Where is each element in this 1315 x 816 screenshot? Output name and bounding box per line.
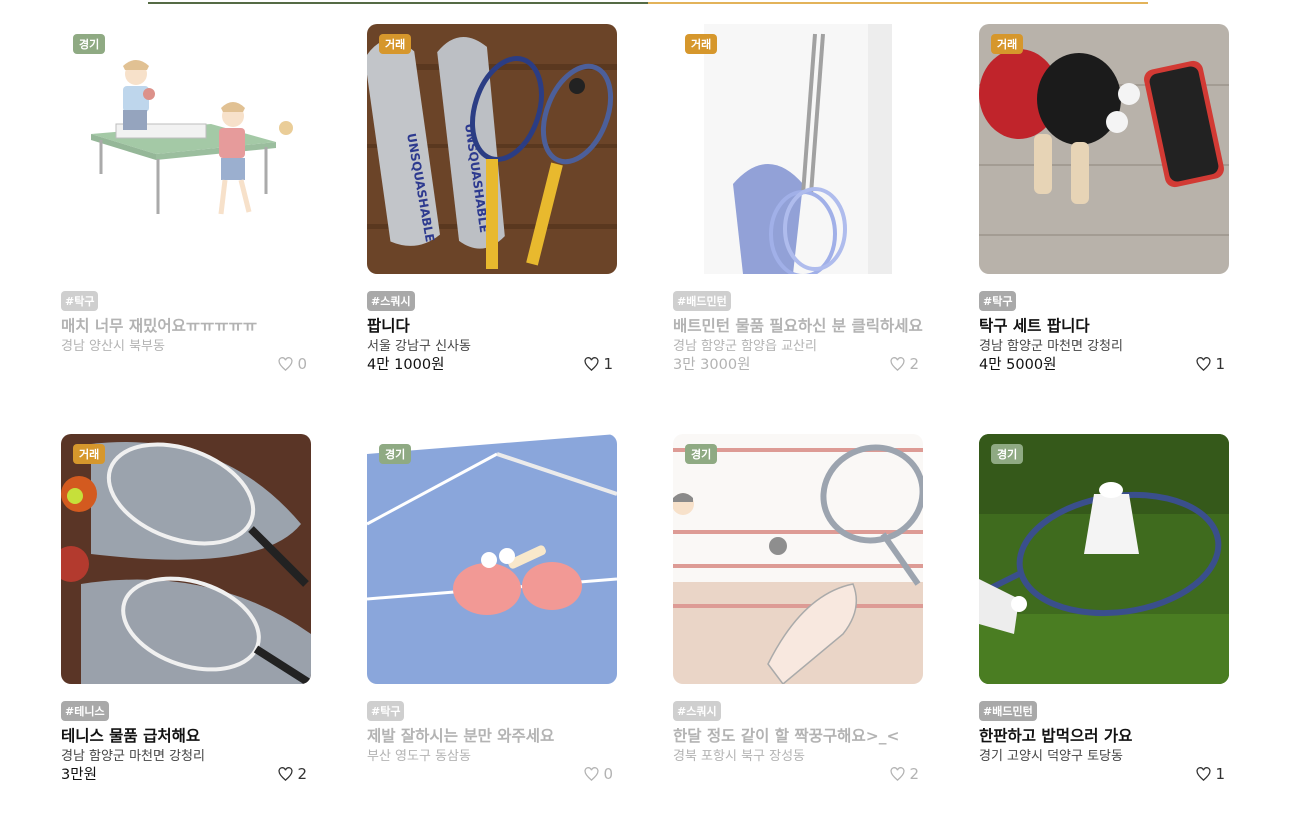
sport-tag: #스쿼시	[367, 291, 415, 311]
post-card[interactable]: 경기 #배드민턴 한판하고 밥먹으러 가요 경기 고양시 덕양구 토당동 1	[979, 434, 1229, 804]
like-count: 0	[297, 355, 307, 373]
progress-bar	[148, 2, 1148, 5]
sport-tag: #스쿼시	[673, 701, 721, 721]
ping-pong-set-photo	[979, 24, 1229, 274]
sport-tag: #테니스	[61, 701, 109, 721]
ping-pong-table-illustration	[367, 434, 617, 684]
progress-fill	[148, 2, 648, 4]
like-button[interactable]: 1	[1195, 765, 1225, 783]
heart-icon	[278, 356, 293, 371]
like-count: 1	[1215, 765, 1225, 783]
squash-rackets-photo: UNSQUASHABLE UNSQUASHABLE	[367, 24, 617, 274]
post-image[interactable]	[979, 24, 1229, 274]
heart-icon	[584, 766, 599, 781]
heart-icon	[890, 356, 905, 371]
post-title[interactable]: 배트민턴 물품 필요하신 분 클릭하세요	[673, 314, 923, 336]
post-image[interactable]	[979, 434, 1229, 684]
heart-icon	[1196, 766, 1211, 781]
heart-icon	[1196, 356, 1211, 371]
post-card[interactable]: 거래 #탁구 탁구 세트 팝니다 경남 함양군 마천면 강청리 4만 5000원…	[979, 24, 1229, 394]
badminton-rackets-photo	[673, 24, 923, 274]
post-image[interactable]: UNSQUASHABLE UNSQUASHABLE	[367, 24, 617, 274]
like-button[interactable]: 1	[1195, 355, 1225, 373]
post-title[interactable]: 매치 너무 재밌어요ㅠㅠㅠㅠㅠ	[61, 314, 311, 336]
post-location: 경남 함양군 함양읍 교산리	[673, 339, 817, 354]
post-title[interactable]: 팝니다	[367, 314, 617, 336]
like-button[interactable]: 0	[277, 355, 307, 373]
post-price: 3만 3000원	[673, 357, 751, 373]
post-location: 경남 양산시 북부동	[61, 339, 165, 354]
like-count: 2	[297, 765, 307, 783]
post-location: 부산 영도구 동삼동	[367, 749, 471, 764]
post-image[interactable]	[673, 24, 923, 274]
like-count: 2	[909, 355, 919, 373]
post-location: 경남 함양군 마천면 강청리	[979, 339, 1123, 354]
like-count: 1	[603, 355, 613, 373]
sport-tag: #배드민턴	[979, 701, 1037, 721]
ping-pong-players-illustration-icon	[61, 24, 311, 274]
post-type-badge: 경기	[73, 34, 106, 54]
badminton-on-grass-photo	[979, 434, 1229, 684]
post-price: 4만 5000원	[979, 357, 1057, 373]
post-type-badge: 거래	[73, 444, 106, 464]
tennis-rackets-photo	[61, 434, 311, 684]
post-card[interactable]: 경기 #탁구 매치 너무 재밌어요ㅠㅠㅠㅠㅠ 경남 양산시 북부동 0	[61, 24, 311, 394]
post-title[interactable]: 테니스 물품 급처해요	[61, 724, 311, 746]
post-type-badge: 거래	[379, 34, 412, 54]
post-title[interactable]: 제발 잘하시는 분만 와주세요	[367, 724, 617, 746]
post-price: 3만원	[61, 767, 97, 783]
heart-icon	[890, 766, 905, 781]
like-count: 0	[603, 765, 613, 783]
like-button[interactable]: 1	[583, 355, 613, 373]
progress-remaining	[648, 2, 1148, 4]
squash-court-illustration	[673, 434, 923, 684]
like-count: 2	[909, 765, 919, 783]
post-image[interactable]	[61, 24, 311, 274]
heart-icon	[278, 766, 293, 781]
like-button[interactable]: 2	[889, 765, 919, 783]
post-location: 경남 함양군 마천면 강청리	[61, 749, 205, 764]
like-button[interactable]: 0	[583, 765, 613, 783]
post-image[interactable]	[61, 434, 311, 684]
post-card[interactable]: 거래 #배드민턴 배트민턴 물품 필요하신 분 클릭하세요 경남 함양군 함양읍…	[673, 24, 923, 394]
post-location: 경기 고양시 덕양구 토당동	[979, 749, 1123, 764]
sport-tag: #탁구	[61, 291, 99, 311]
post-type-badge: 경기	[379, 444, 412, 464]
sport-tag: #탁구	[979, 291, 1017, 311]
post-image[interactable]	[673, 434, 923, 684]
post-type-badge: 경기	[991, 444, 1024, 464]
post-card[interactable]: UNSQUASHABLE UNSQUASHABLE 거래 #스쿼시 팝니다 서울…	[367, 24, 617, 394]
post-type-badge: 경기	[685, 444, 718, 464]
post-title[interactable]: 한달 정도 같이 할 짝꿍구해요>_<	[673, 724, 923, 746]
sport-tag: #탁구	[367, 701, 405, 721]
post-image[interactable]	[367, 434, 617, 684]
post-location: 경북 포항시 북구 장성동	[673, 749, 805, 764]
post-title[interactable]: 탁구 세트 팝니다	[979, 314, 1229, 336]
like-button[interactable]: 2	[277, 765, 307, 783]
post-card[interactable]: 경기 #탁구 제발 잘하시는 분만 와주세요 부산 영도구 동삼동 0	[367, 434, 617, 804]
post-card[interactable]: 거래 #테니스 테니스 물품 급처해요 경남 함양군 마천면 강청리 3만원 2	[61, 434, 311, 804]
sport-tag: #배드민턴	[673, 291, 731, 311]
post-type-badge: 거래	[685, 34, 718, 54]
like-count: 1	[1215, 355, 1225, 373]
like-button[interactable]: 2	[889, 355, 919, 373]
heart-icon	[584, 356, 599, 371]
post-price: 4만 1000원	[367, 357, 445, 373]
post-title[interactable]: 한판하고 밥먹으러 가요	[979, 724, 1229, 746]
post-card[interactable]: 경기 #스쿼시 한달 정도 같이 할 짝꿍구해요>_< 경북 포항시 북구 장성…	[673, 434, 923, 804]
post-location: 서울 강남구 신사동	[367, 339, 471, 354]
post-type-badge: 거래	[991, 34, 1024, 54]
